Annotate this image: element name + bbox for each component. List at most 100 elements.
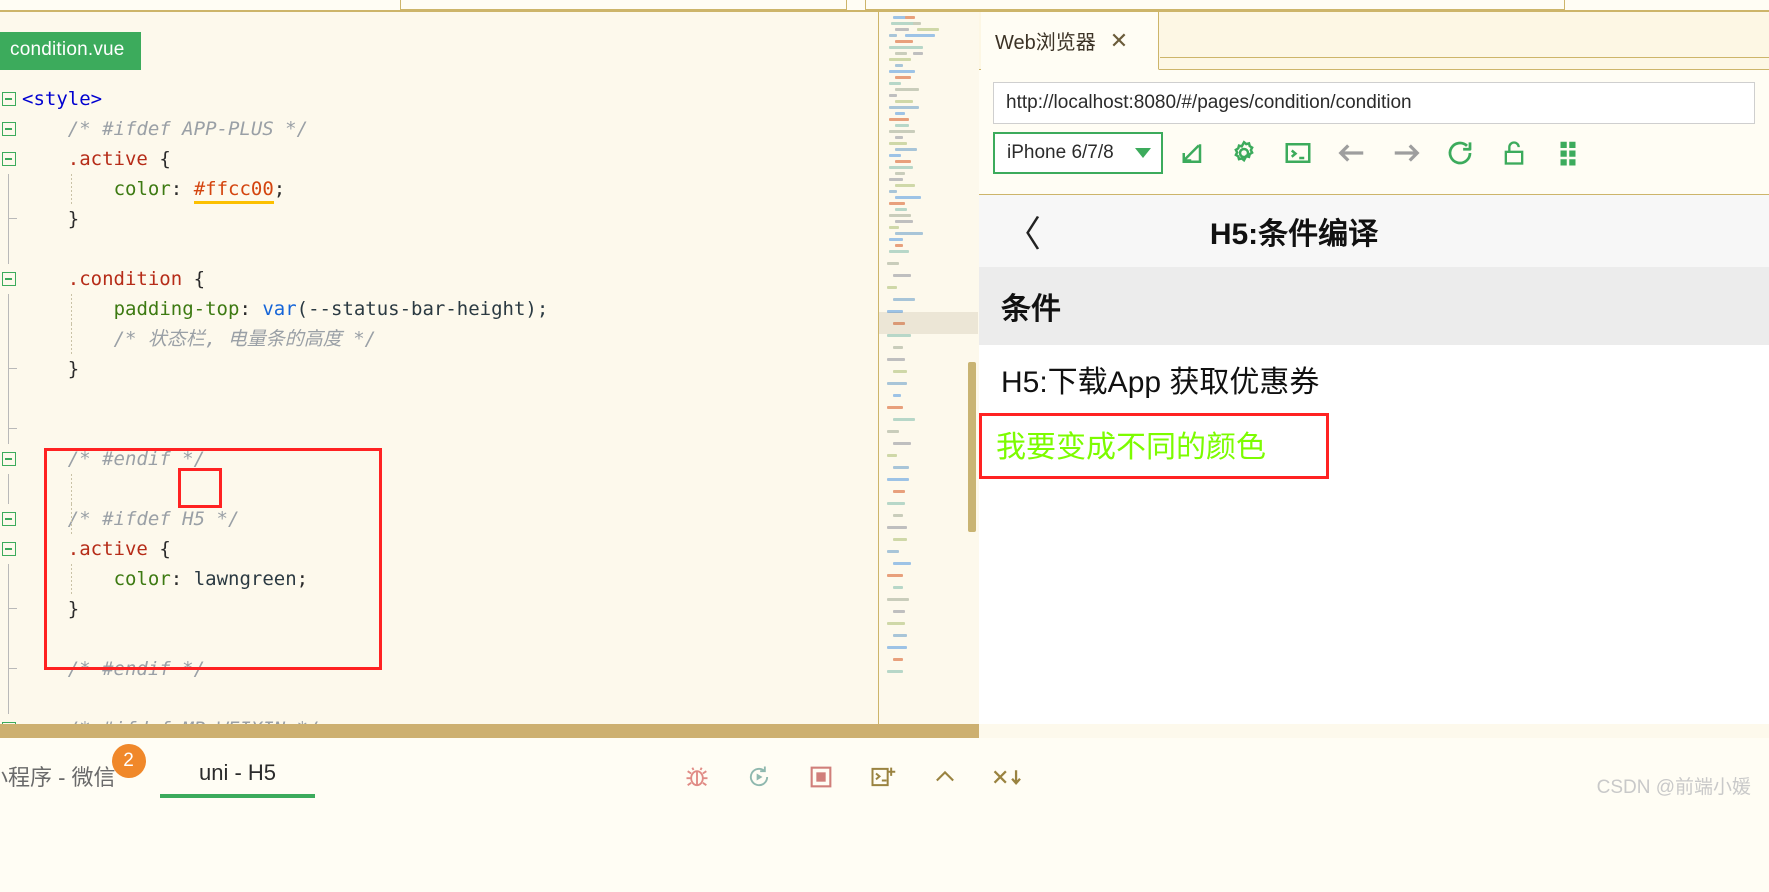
code-line-text: color: lawngreen; xyxy=(22,564,878,594)
code-gutter[interactable] xyxy=(0,504,22,534)
code-line[interactable]: padding-top: var(--status-bar-height); xyxy=(0,294,878,324)
code-gutter[interactable] xyxy=(0,264,22,294)
code-line[interactable]: <style> xyxy=(0,84,878,114)
reload-icon[interactable] xyxy=(1433,132,1487,174)
code-line[interactable] xyxy=(0,414,878,444)
code-line[interactable] xyxy=(0,234,878,264)
open-external-icon[interactable] xyxy=(1163,132,1217,174)
fold-toggle-icon[interactable] xyxy=(2,122,16,136)
code-gutter[interactable] xyxy=(0,204,22,234)
code-lines[interactable]: <style>/* #ifdef APP-PLUS */.active {col… xyxy=(0,84,878,724)
statusbar-item-weixin[interactable]: 小程序 - 微信 2 xyxy=(0,744,146,792)
code-line[interactable]: } xyxy=(0,354,878,384)
grid-menu-icon[interactable] xyxy=(1541,132,1595,174)
code-gutter[interactable] xyxy=(0,414,22,444)
code-line[interactable]: /* #ifdef H5 */ xyxy=(0,504,878,534)
fold-toggle-icon[interactable] xyxy=(2,152,16,166)
fold-toggle-icon[interactable] xyxy=(2,542,16,556)
code-line[interactable] xyxy=(0,684,878,714)
new-terminal-icon[interactable] xyxy=(866,760,900,794)
minimap-line xyxy=(887,646,907,649)
code-line[interactable]: .active { xyxy=(0,144,878,174)
code-line[interactable]: color: #ffcc00; xyxy=(0,174,878,204)
code-gutter[interactable] xyxy=(0,714,22,724)
fold-toggle-icon[interactable] xyxy=(2,512,16,526)
code-gutter[interactable] xyxy=(0,354,22,384)
back-arrow-icon[interactable] xyxy=(1325,132,1379,174)
device-select[interactable]: iPhone 6/7/8 xyxy=(993,132,1163,174)
code-line[interactable] xyxy=(0,474,878,504)
code-gutter[interactable] xyxy=(0,474,22,504)
code-line-text: /* 状态栏, 电量条的高度 */ xyxy=(22,324,878,354)
code-editor[interactable]: condition.vue <style> /* #ifdef APP-PLUS … xyxy=(0,12,878,724)
debug-bug-icon[interactable] xyxy=(680,760,714,794)
preview-line-2: 我要变成不同的颜色 xyxy=(996,431,1266,464)
code-gutter[interactable] xyxy=(0,564,22,594)
fold-toggle-icon[interactable] xyxy=(2,452,16,466)
code-line[interactable] xyxy=(0,384,878,414)
close-icon[interactable]: ✕ xyxy=(1110,29,1128,52)
fold-guide-line xyxy=(8,174,9,204)
minimap-line xyxy=(895,220,913,223)
code-gutter[interactable] xyxy=(0,624,22,654)
code-line[interactable]: .active { xyxy=(0,534,878,564)
code-gutter[interactable] xyxy=(0,234,22,264)
code-line[interactable]: .condition { xyxy=(0,264,878,294)
code-line[interactable]: /* #endif */ xyxy=(0,444,878,474)
browser-tab-title: Web浏览器 xyxy=(995,32,1096,54)
editor-scrollbar-thumb[interactable] xyxy=(968,362,976,532)
code-line[interactable]: /* #ifdef APP-PLUS */ xyxy=(0,114,878,144)
code-line-text: .active { xyxy=(22,534,878,564)
restart-icon[interactable] xyxy=(742,760,776,794)
code-gutter[interactable] xyxy=(0,84,22,114)
code-gutter[interactable] xyxy=(0,384,22,414)
code-gutter[interactable] xyxy=(0,114,22,144)
code-token: .active xyxy=(67,538,148,560)
code-line[interactable] xyxy=(0,624,878,654)
forward-arrow-icon[interactable] xyxy=(1379,132,1433,174)
code-gutter[interactable] xyxy=(0,144,22,174)
statusbar-tab-uni-h5[interactable]: uni - H5 xyxy=(160,760,315,798)
minimap-line xyxy=(889,106,919,109)
minimap-line xyxy=(889,58,911,61)
minimap-line xyxy=(893,658,903,661)
code-gutter[interactable] xyxy=(0,444,22,474)
code-token: <style> xyxy=(22,88,103,110)
code-token: /* #endif */ xyxy=(67,658,206,680)
editor-file-tab[interactable]: condition.vue xyxy=(0,32,141,70)
minimap-viewport[interactable] xyxy=(879,312,978,334)
console-icon[interactable] xyxy=(1271,132,1325,174)
code-line[interactable]: } xyxy=(0,594,878,624)
minimap-line xyxy=(887,262,899,265)
lock-icon[interactable] xyxy=(1487,132,1541,174)
editor-minimap[interactable] xyxy=(878,12,978,724)
indent-guide xyxy=(71,504,72,534)
code-line[interactable]: } xyxy=(0,204,878,234)
console-scrollbar[interactable] xyxy=(0,724,979,738)
gear-icon[interactable] xyxy=(1217,132,1271,174)
code-gutter[interactable] xyxy=(0,684,22,714)
close-all-icon[interactable] xyxy=(990,760,1024,794)
code-gutter[interactable] xyxy=(0,534,22,564)
code-gutter[interactable] xyxy=(0,324,22,354)
code-gutter[interactable] xyxy=(0,174,22,204)
code-line[interactable]: /* #endif */ xyxy=(0,654,878,684)
minimap-line xyxy=(893,514,903,517)
browser-tab[interactable]: Web浏览器 ✕ xyxy=(981,12,1159,70)
preview-navbar: 〈 H5:条件编译 xyxy=(979,195,1769,267)
code-line[interactable]: /* #ifdef MP-WEIXIN */ xyxy=(0,714,878,724)
minimap-line xyxy=(887,454,897,457)
indent-guide xyxy=(71,474,72,504)
code-line[interactable]: color: lawngreen; xyxy=(0,564,878,594)
fold-toggle-icon[interactable] xyxy=(2,92,16,106)
code-gutter[interactable] xyxy=(0,294,22,324)
fold-toggle-icon[interactable] xyxy=(2,272,16,286)
code-gutter[interactable] xyxy=(0,654,22,684)
chevron-up-icon[interactable] xyxy=(928,760,962,794)
stop-icon[interactable] xyxy=(804,760,838,794)
code-token: /* #ifdef H5 */ xyxy=(67,508,240,530)
code-line[interactable]: /* 状态栏, 电量条的高度 */ xyxy=(0,324,878,354)
code-gutter[interactable] xyxy=(0,594,22,624)
url-input[interactable]: http://localhost:8080/#/pages/condition/… xyxy=(993,82,1755,124)
minimap-line xyxy=(917,28,939,31)
